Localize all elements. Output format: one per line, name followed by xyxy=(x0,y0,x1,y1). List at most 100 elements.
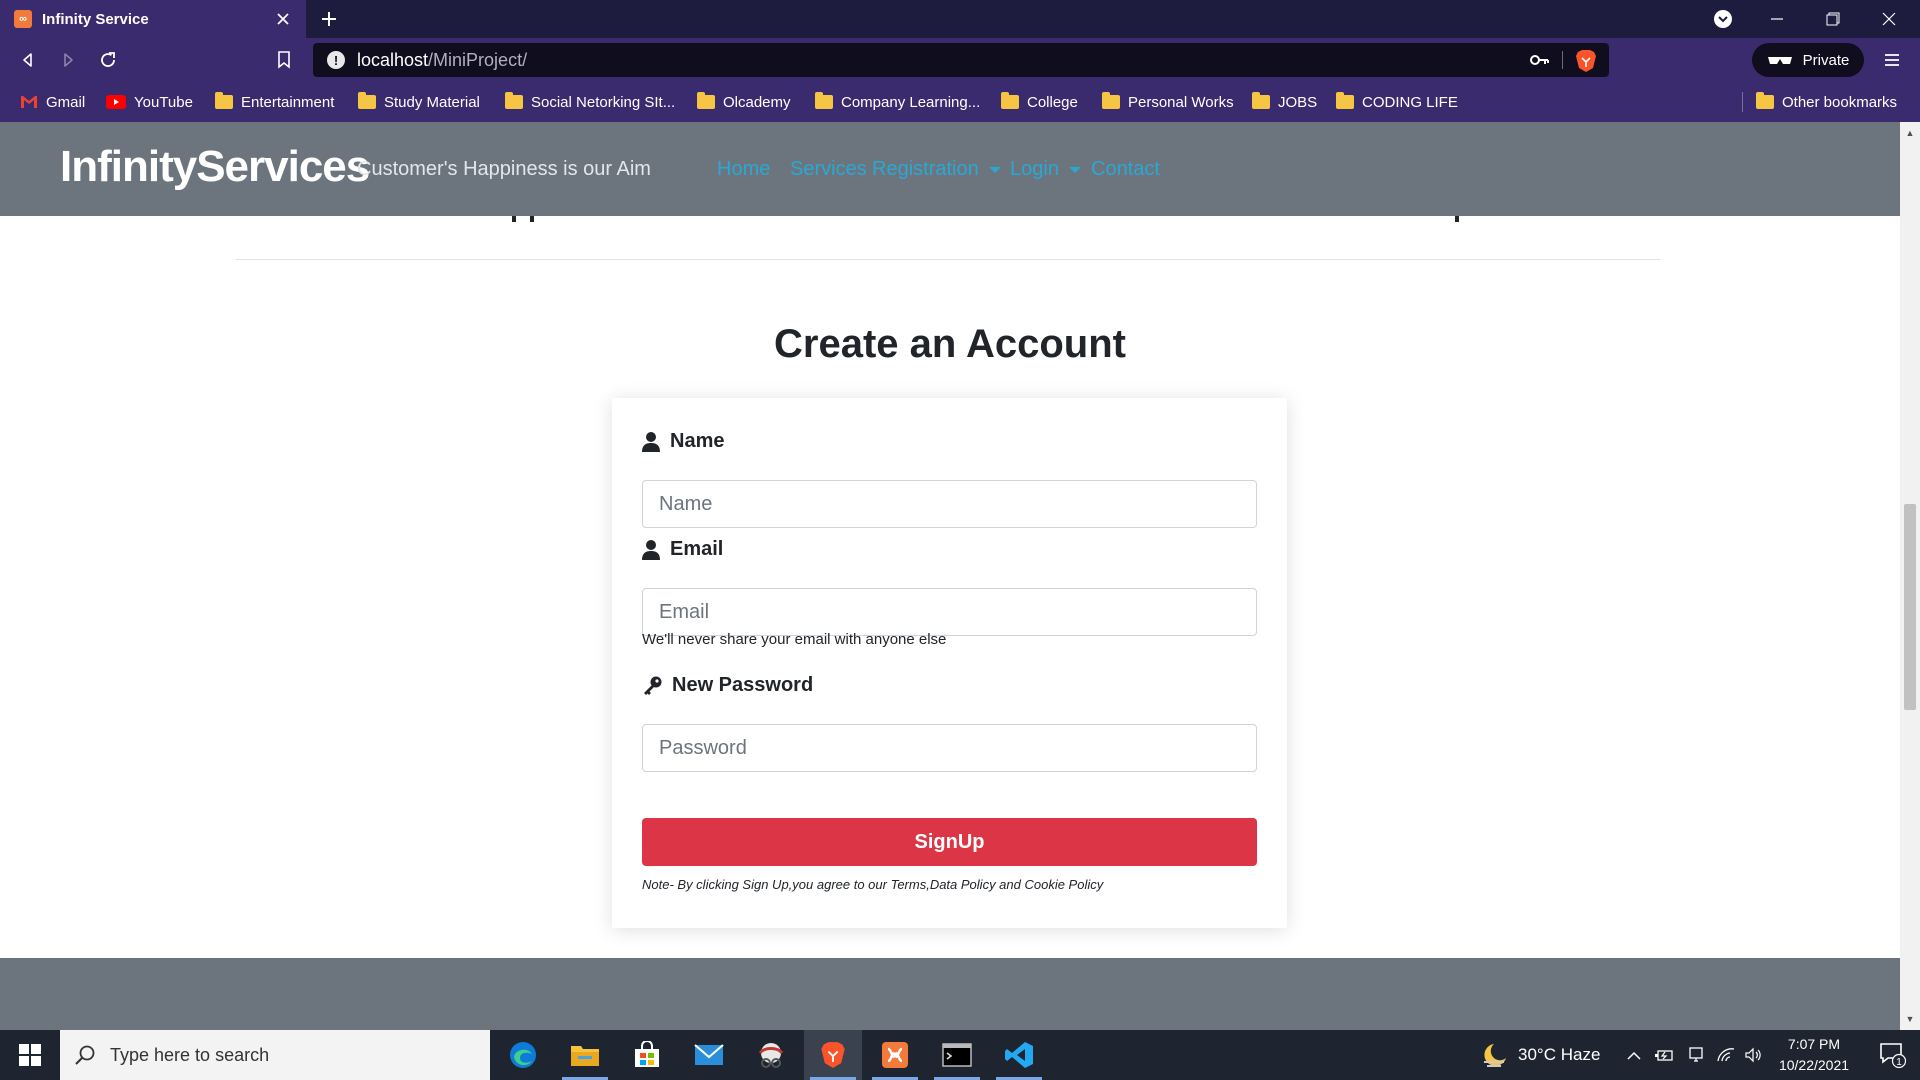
taskbar-file-explorer[interactable] xyxy=(556,1030,614,1080)
taskbar-brave[interactable] xyxy=(804,1030,862,1080)
weather-text: 30°C Haze xyxy=(1518,1045,1601,1064)
folder-icon xyxy=(697,92,715,109)
show-hidden-icons-icon[interactable] xyxy=(1626,1030,1642,1080)
device-icon[interactable] xyxy=(1688,1030,1704,1080)
mail-icon xyxy=(694,1044,724,1065)
nav-services[interactable]: Services xyxy=(790,158,867,181)
notification-center[interactable]: 1 xyxy=(1866,1030,1920,1080)
xampp-icon xyxy=(882,1042,908,1068)
bookmark-other-bookmarks[interactable]: Other bookmarks xyxy=(1756,82,1897,122)
battery-icon[interactable] xyxy=(1654,1030,1674,1080)
browser-toolbar: ! localhost/MiniProject/ Private xyxy=(0,38,1920,82)
windows-start-icon[interactable] xyxy=(0,1030,60,1080)
folder-icon xyxy=(1336,92,1354,109)
bookmark-olcademy[interactable]: Olcademy xyxy=(697,82,791,122)
gmail-icon xyxy=(21,96,37,108)
terminal-icon xyxy=(942,1043,972,1067)
taskbar-clock[interactable]: 7:07 PM 10/22/2021 xyxy=(1766,1034,1862,1076)
email-input[interactable] xyxy=(642,588,1257,636)
restore-icon[interactable] xyxy=(1820,6,1846,32)
store-icon xyxy=(635,1041,659,1067)
private-glasses-icon xyxy=(1767,57,1792,64)
vscode-icon xyxy=(1005,1042,1033,1068)
browser-menu-icon[interactable] xyxy=(1880,48,1904,72)
tab-close-icon[interactable] xyxy=(274,10,292,28)
address-bar[interactable]: ! localhost/MiniProject/ xyxy=(313,43,1609,77)
bookmark-gmail[interactable]: Gmail xyxy=(20,82,85,122)
bookmark-social-networking[interactable]: Social Netorking SIt... xyxy=(505,82,675,122)
url-text[interactable]: localhost/MiniProject/ xyxy=(357,50,527,71)
site-info-icon[interactable]: ! xyxy=(327,51,345,69)
page-scrollbar[interactable]: ▲ ▼ xyxy=(1900,122,1920,1030)
folder-icon xyxy=(1001,92,1019,109)
taskbar-vscode[interactable] xyxy=(990,1030,1048,1080)
scrollbar-thumb[interactable] xyxy=(1904,504,1916,710)
search-placeholder: Type here to search xyxy=(110,1044,270,1065)
clock-time: 7:07 PM xyxy=(1787,1036,1841,1052)
password-key-icon[interactable] xyxy=(1529,51,1549,69)
folder-icon xyxy=(815,92,833,109)
caret-down-icon xyxy=(1068,166,1081,173)
nav-home[interactable]: Home xyxy=(717,158,770,181)
bookmark-jobs[interactable]: JOBS xyxy=(1252,82,1317,122)
nav-contact[interactable]: Contact xyxy=(1091,158,1160,181)
private-window-button[interactable]: Private xyxy=(1752,43,1864,77)
form-title: Create an Account xyxy=(774,322,1126,366)
email-label: Email xyxy=(642,538,723,561)
bookmark-study-material[interactable]: Study Material xyxy=(358,82,480,122)
bookmark-youtube[interactable]: YouTube xyxy=(106,82,193,122)
site-footer xyxy=(0,958,1900,1030)
brave-shields-icon[interactable] xyxy=(1575,49,1597,73)
section-divider xyxy=(236,259,1660,260)
reload-icon[interactable] xyxy=(96,48,120,72)
volume-icon[interactable] xyxy=(1744,1030,1764,1080)
folder-icon xyxy=(1102,92,1120,109)
bookmark-entertainment[interactable]: Entertainment xyxy=(215,82,334,122)
password-label: New Password xyxy=(642,674,813,697)
taskbar-store[interactable] xyxy=(618,1030,676,1080)
bookmark-icon[interactable] xyxy=(272,48,296,72)
close-window-icon[interactable] xyxy=(1876,6,1902,32)
taskbar-snip-sketch[interactable] xyxy=(742,1030,800,1080)
taskbar-mail[interactable] xyxy=(680,1030,738,1080)
tab-search-icon[interactable] xyxy=(1710,6,1736,32)
taskbar-xampp[interactable] xyxy=(866,1030,924,1080)
site-brand[interactable]: InfinityServices xyxy=(60,142,370,192)
minimize-icon[interactable] xyxy=(1764,6,1790,32)
back-icon[interactable] xyxy=(16,48,40,72)
site-tagline: Customer's Happiness is our Aim xyxy=(357,158,651,180)
search-icon xyxy=(75,1045,95,1065)
name-input[interactable] xyxy=(642,480,1257,528)
forward-icon[interactable] xyxy=(56,48,80,72)
browser-tab[interactable]: ∞ Infinity Service xyxy=(0,0,306,38)
scrolled-off-text-fragment xyxy=(0,216,1900,226)
nav-registration-dropdown[interactable]: Registration xyxy=(872,158,1001,181)
site-navbar: InfinityServices Customer's Happiness is… xyxy=(0,122,1900,216)
xampp-favicon-icon: ∞ xyxy=(14,10,32,28)
taskbar-search[interactable]: Type here to search xyxy=(60,1030,490,1080)
taskbar-edge[interactable] xyxy=(494,1030,552,1080)
weather-widget[interactable]: 30°C Haze xyxy=(1480,1030,1600,1080)
nav-login-dropdown[interactable]: Login xyxy=(1010,158,1081,181)
wifi-icon[interactable] xyxy=(1716,1030,1736,1080)
taskbar-terminal[interactable] xyxy=(928,1030,986,1080)
file-explorer-icon xyxy=(571,1046,599,1066)
scroll-down-arrow-icon[interactable]: ▼ xyxy=(1905,1014,1915,1024)
omnibox-divider xyxy=(1562,51,1563,69)
brave-icon xyxy=(821,1042,845,1068)
bookmark-college[interactable]: College xyxy=(1001,82,1078,122)
bookmark-company-learning[interactable]: Company Learning... xyxy=(815,82,980,122)
notification-icon: 1 xyxy=(1880,1043,1907,1068)
bookmarks-bar: Gmail YouTube Entertainment Study Materi… xyxy=(0,82,1920,122)
folder-icon xyxy=(505,92,523,109)
user-icon xyxy=(642,539,660,560)
scroll-up-arrow-icon[interactable]: ▲ xyxy=(1905,128,1915,138)
signup-button[interactable]: SignUp xyxy=(642,818,1257,866)
new-tab-icon[interactable] xyxy=(318,8,340,30)
password-input[interactable] xyxy=(642,724,1257,772)
key-icon xyxy=(644,676,662,695)
folder-icon xyxy=(1756,92,1774,109)
bookmark-coding-life[interactable]: CODING LIFE xyxy=(1336,82,1458,122)
folder-icon xyxy=(1252,92,1270,109)
bookmark-personal-works[interactable]: Personal Works xyxy=(1102,82,1234,122)
